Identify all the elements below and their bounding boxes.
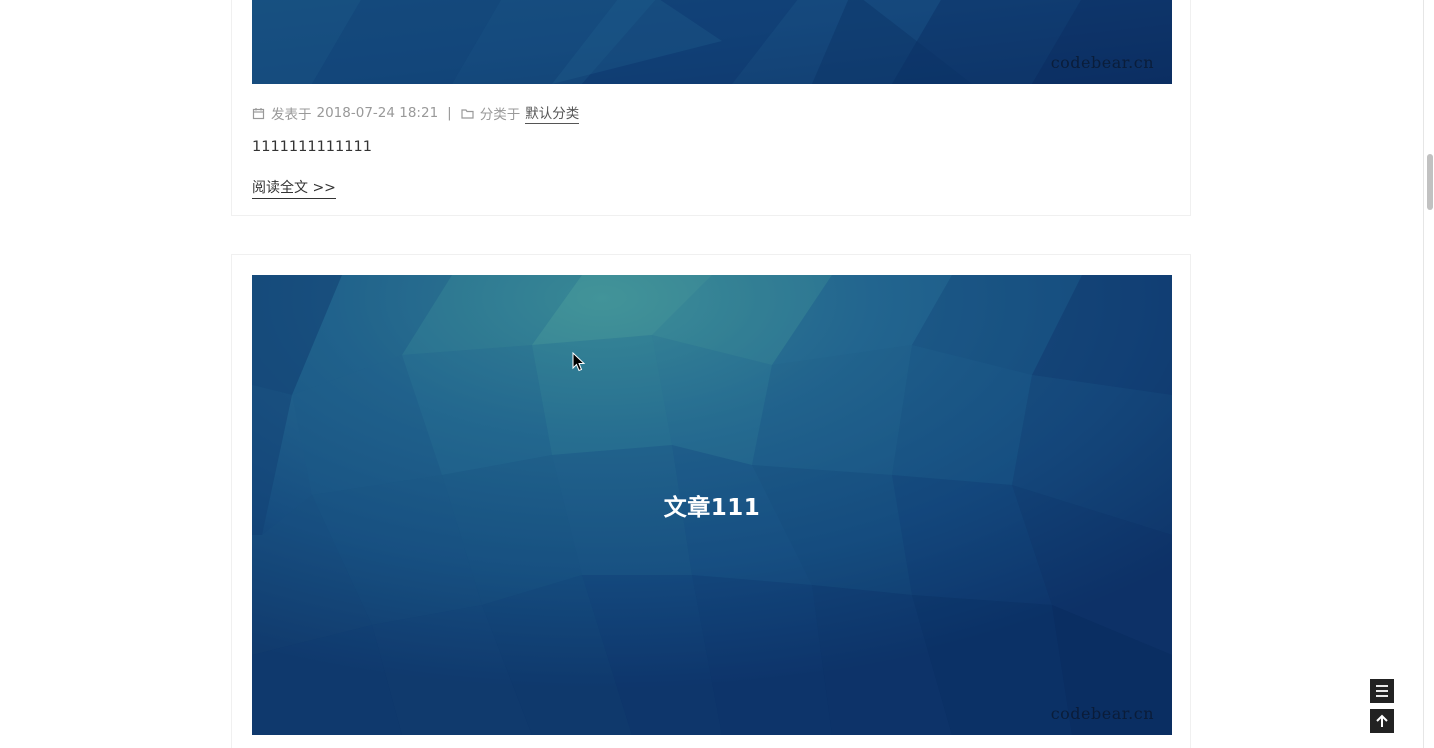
back-to-top-button[interactable] [1370, 709, 1394, 733]
page-scrollbar[interactable] [1423, 0, 1434, 748]
category-label: 分类于 [479, 107, 521, 123]
calendar-icon [252, 107, 265, 119]
folder-icon [461, 108, 474, 119]
category-link[interactable]: 默认分类 [525, 102, 580, 124]
meta-separator: | [447, 105, 452, 121]
menu-icon [1376, 685, 1388, 697]
post-cover-image[interactable]: codebear.cn [252, 0, 1172, 84]
post-meta: 发表于 2018-07-24 18:21 | 分类于 默认分类 [252, 102, 580, 124]
page-viewport: codebear.cn 发表于 2018-07-24 18:21 | 分类于 默… [0, 0, 1434, 748]
sidebar-toggle-button[interactable] [1370, 679, 1394, 703]
mouse-cursor-icon [572, 352, 586, 372]
cover-background [252, 0, 1172, 84]
post-excerpt: 1111111111111 [252, 139, 372, 155]
posted-label: 发表于 [271, 107, 312, 123]
arrow-up-icon [1376, 714, 1388, 727]
posted-date: 2018-07-24 18:21 [316, 105, 439, 121]
cover-watermark: codebear.cn [1050, 53, 1154, 72]
scrollbar-thumb[interactable] [1427, 154, 1433, 210]
post-cover-image[interactable]: 文章111 codebear.cn [252, 275, 1172, 735]
cover-title[interactable]: 文章111 [252, 488, 1172, 522]
post-card: codebear.cn 发表于 2018-07-24 18:21 | 分类于 默… [231, 0, 1191, 216]
cover-watermark: codebear.cn [1050, 704, 1154, 723]
read-more-link[interactable]: 阅读全文 >> [252, 177, 336, 199]
post-card: 文章111 codebear.cn [231, 254, 1191, 748]
